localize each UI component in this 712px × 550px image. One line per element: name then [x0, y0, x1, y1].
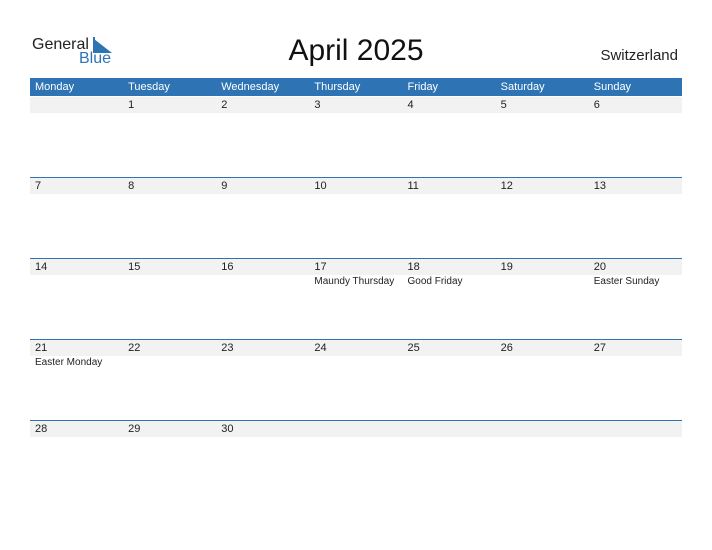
holiday-label	[403, 356, 496, 370]
day-number	[496, 421, 589, 437]
day-number: 29	[128, 423, 141, 435]
holiday-label	[589, 356, 682, 370]
day-number: 27	[593, 342, 606, 354]
day-number: 8	[128, 180, 135, 192]
day-number: 5	[500, 99, 507, 111]
holiday-label	[496, 356, 589, 370]
day-number: 18	[407, 261, 420, 273]
day-number: 11	[407, 180, 419, 192]
day-number: 20	[593, 261, 606, 273]
weekday-tuesday: Tuesday	[128, 81, 170, 93]
holiday-label	[30, 275, 123, 289]
day-number: 6	[593, 99, 600, 111]
holiday-label: Maundy Thursday	[314, 276, 395, 287]
day-number: 25	[407, 342, 420, 354]
week-row: 1 2 3 4 5 6	[30, 97, 682, 178]
day-number-row: 28 29 30	[30, 421, 682, 437]
day-number: 4	[407, 99, 414, 111]
weekday-wednesday: Wednesday	[221, 81, 280, 93]
holiday-label: Easter Monday	[35, 357, 103, 368]
day-number-row: 1 2 3 4 5 6	[30, 97, 682, 113]
day-number: 12	[500, 180, 513, 192]
weekday-friday: Friday	[407, 81, 439, 93]
day-number: 30	[221, 423, 234, 435]
day-number: 9	[221, 180, 228, 192]
country-label: Switzerland	[600, 47, 678, 64]
day-number: 26	[500, 342, 513, 354]
weekday-monday: Monday	[35, 81, 75, 93]
day-number-row: 7 8 9 10 11 12 13	[30, 178, 682, 194]
week-row: 21 22 23 24 25 26 27 Easter Monday	[30, 339, 682, 421]
day-number: 14	[35, 261, 48, 273]
day-number: 28	[35, 423, 48, 435]
week-row: 28 29 30	[30, 420, 682, 502]
day-number	[30, 97, 123, 113]
holiday-label	[216, 275, 309, 289]
day-number-row: 21 22 23 24 25 26 27	[30, 340, 682, 356]
holiday-label	[123, 275, 216, 289]
holiday-label	[216, 356, 309, 370]
week-row: 14 15 16 17 18 19 20 Maundy Thursday Good Friday…	[30, 258, 682, 340]
day-number: 13	[593, 180, 606, 192]
holiday-label	[309, 356, 402, 370]
day-number	[403, 421, 496, 437]
week-row: 7 8 9 10 11 12 13	[30, 177, 682, 259]
holiday-row: Easter Monday	[30, 356, 682, 370]
holiday-row: Maundy Thursday Good Friday Easter Sunday	[30, 275, 682, 289]
day-number: 19	[500, 261, 513, 273]
weekday-header: Monday Tuesday Wednesday Thursday Friday…	[30, 78, 682, 96]
day-number: 10	[314, 180, 327, 192]
holiday-label	[123, 356, 216, 370]
day-number: 17	[314, 261, 327, 273]
weekday-saturday: Saturday	[500, 81, 545, 93]
weekday-thursday: Thursday	[314, 81, 361, 93]
holiday-label: Good Friday	[407, 276, 463, 287]
day-number	[589, 421, 682, 437]
holiday-label: Easter Sunday	[593, 276, 660, 287]
holiday-label	[496, 275, 589, 289]
day-number: 24	[314, 342, 327, 354]
day-number: 3	[314, 99, 321, 111]
weekday-sunday: Sunday	[593, 81, 632, 93]
day-number: 23	[221, 342, 234, 354]
day-number: 7	[35, 180, 42, 192]
day-number: 1	[128, 99, 135, 111]
day-number: 15	[128, 261, 141, 273]
day-number: 21	[35, 342, 48, 354]
day-number-row: 14 15 16 17 18 19 20	[30, 259, 682, 275]
day-number: 16	[221, 261, 234, 273]
day-number: 22	[128, 342, 141, 354]
day-number: 2	[221, 99, 228, 111]
day-number	[309, 421, 402, 437]
